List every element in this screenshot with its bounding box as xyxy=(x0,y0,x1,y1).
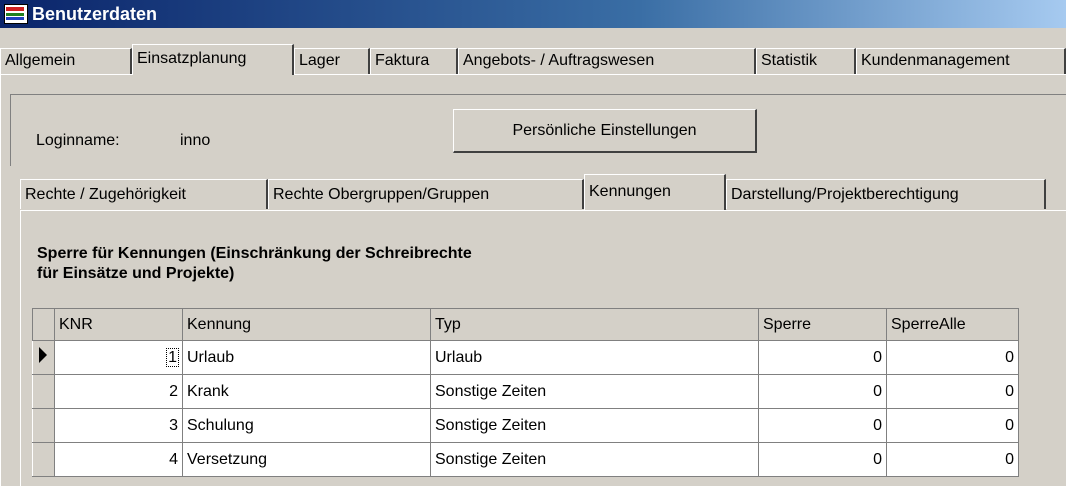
cell-sperre[interactable]: 0 xyxy=(758,340,887,375)
tab-angebots-auftragswesen[interactable]: Angebots- / Auftragswesen xyxy=(458,48,756,74)
row-selector[interactable] xyxy=(32,340,55,375)
tab-faktura[interactable]: Faktura xyxy=(370,48,458,74)
cell-sperrealle[interactable]: 0 xyxy=(886,442,1019,477)
tab-statistik[interactable]: Statistik xyxy=(756,48,856,74)
row-selector[interactable] xyxy=(32,374,55,409)
cell-knr[interactable]: 2 xyxy=(54,374,183,409)
tab-lager[interactable]: Lager xyxy=(294,48,370,74)
cell-knr[interactable]: 4 xyxy=(54,442,183,477)
tab-label: Rechte Obergruppen/Gruppen xyxy=(273,186,490,203)
tab-rechte-obergruppen[interactable]: Rechte Obergruppen/Gruppen xyxy=(268,179,584,209)
cell-sperre[interactable]: 0 xyxy=(758,374,887,409)
tab-label: Einsatzplanung xyxy=(137,50,247,67)
grid-table: KNR Kennung Typ Sperre SperreAlle 1 Urla… xyxy=(32,308,1019,477)
window-title: Benutzerdaten xyxy=(32,3,158,24)
column-header-kennung[interactable]: Kennung xyxy=(182,308,431,341)
column-header-typ[interactable]: Typ xyxy=(430,308,759,341)
tab-label: Allgemein xyxy=(5,52,76,69)
tab-kundenmanagement[interactable]: Kundenmanagement xyxy=(856,48,1066,74)
table-row[interactable]: 1 Urlaub Urlaub 0 0 xyxy=(32,340,1019,375)
tab-darstellung-projektberechtigung[interactable]: Darstellung/Projektberechtigung xyxy=(726,179,1046,209)
title-bar: Benutzerdaten xyxy=(0,0,1066,28)
personal-settings-button[interactable]: Persönliche Einstellungen xyxy=(453,109,757,153)
table-row[interactable]: 2 Krank Sonstige Zeiten 0 0 xyxy=(32,374,1019,409)
current-row-pointer-icon xyxy=(39,347,47,363)
tab-label: Statistik xyxy=(761,52,818,69)
button-label: Persönliche Einstellungen xyxy=(512,121,697,139)
main-tab-strip: Allgemein Einsatzplanung Lager Faktura A… xyxy=(0,44,1066,75)
sub-tab-strip: Rechte / Zugehörigkeit Rechte Obergruppe… xyxy=(0,172,1066,210)
cell-kennung[interactable]: Schulung xyxy=(182,408,431,443)
cell-typ[interactable]: Sonstige Zeiten xyxy=(430,408,759,443)
tab-label: Faktura xyxy=(375,52,430,69)
cell-sperre[interactable]: 0 xyxy=(758,408,887,443)
row-selector[interactable] xyxy=(32,442,55,477)
cell-typ[interactable]: Sonstige Zeiten xyxy=(430,374,759,409)
cell-kennung[interactable]: Versetzung xyxy=(182,442,431,477)
tab-label: Rechte / Zugehörigkeit xyxy=(25,186,186,203)
cell-kennung[interactable]: Krank xyxy=(182,374,431,409)
cell-typ[interactable]: Urlaub xyxy=(430,340,759,375)
tab-label: Kennungen xyxy=(589,183,671,200)
cell-sperrealle[interactable]: 0 xyxy=(886,408,1019,443)
section-title-line1: Sperre für Kennungen (Einschränkung der … xyxy=(37,245,472,262)
tab-rechte-zugehoerigkeit[interactable]: Rechte / Zugehörigkeit xyxy=(20,179,268,209)
column-header-knr[interactable]: KNR xyxy=(54,308,183,341)
section-title: Sperre für Kennungen (Einschränkung der … xyxy=(37,244,737,284)
cell-kennung[interactable]: Urlaub xyxy=(182,340,431,375)
grid-header-row: KNR Kennung Typ Sperre SperreAlle xyxy=(32,308,1019,341)
column-header-sperre[interactable]: Sperre xyxy=(758,308,887,341)
tab-label: Lager xyxy=(299,52,340,69)
tab-kennungen[interactable]: Kennungen xyxy=(584,174,726,210)
tab-label: Angebots- / Auftragswesen xyxy=(463,52,655,69)
tab-label: Kundenmanagement xyxy=(861,52,1010,69)
table-row[interactable]: 3 Schulung Sonstige Zeiten 0 0 xyxy=(32,408,1019,443)
cell-text: 1 xyxy=(166,347,179,367)
cell-typ[interactable]: Sonstige Zeiten xyxy=(430,442,759,477)
column-header-sperrealle[interactable]: SperreAlle xyxy=(886,308,1019,341)
row-selector[interactable] xyxy=(32,408,55,443)
row-selector-header xyxy=(32,308,55,341)
app-icon xyxy=(4,4,28,24)
table-row[interactable]: 4 Versetzung Sonstige Zeiten 0 0 xyxy=(32,442,1019,477)
tab-einsatzplanung[interactable]: Einsatzplanung xyxy=(132,44,294,75)
login-name-value: inno xyxy=(180,132,211,149)
cell-sperrealle[interactable]: 0 xyxy=(886,340,1019,375)
tab-label: Darstellung/Projektberechtigung xyxy=(731,186,959,203)
cell-sperre[interactable]: 0 xyxy=(758,442,887,477)
section-title-line2: für Einsätze und Projekte) xyxy=(37,265,235,282)
cell-knr[interactable]: 3 xyxy=(54,408,183,443)
cell-knr[interactable]: 1 xyxy=(54,340,183,375)
kennungen-grid[interactable]: KNR Kennung Typ Sperre SperreAlle 1 Urla… xyxy=(32,308,1066,486)
cell-sperrealle[interactable]: 0 xyxy=(886,374,1019,409)
tab-allgemein[interactable]: Allgemein xyxy=(0,48,132,74)
login-name-label: Loginname: xyxy=(36,132,120,149)
